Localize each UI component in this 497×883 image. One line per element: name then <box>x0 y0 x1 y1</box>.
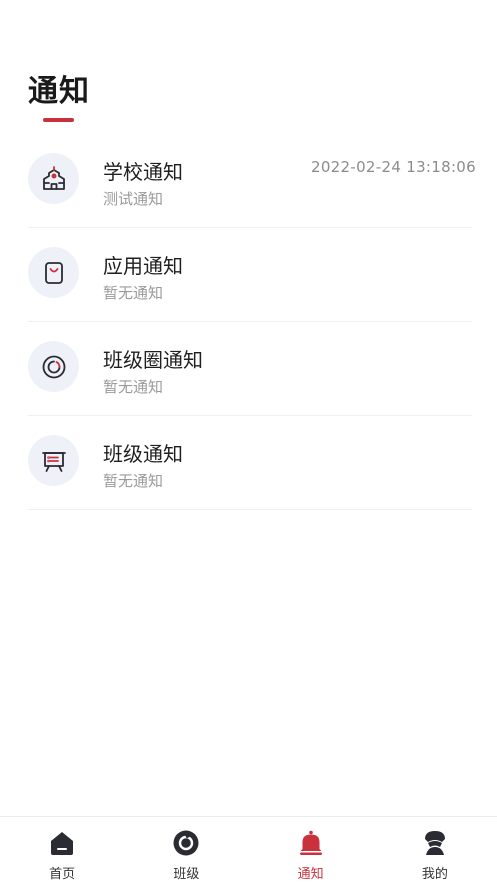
tab-label: 通知 <box>297 867 324 882</box>
tab-home[interactable]: 首页 <box>0 817 124 883</box>
notification-title: 应用通知 <box>103 254 183 278</box>
notification-subtitle: 暂无通知 <box>103 284 164 302</box>
tab-label: 我的 <box>421 867 448 882</box>
notification-title: 班级通知 <box>103 442 183 466</box>
class-icon <box>173 830 199 856</box>
board-icon <box>28 435 79 486</box>
title-underline <box>43 118 74 122</box>
bell-icon <box>299 830 322 855</box>
school-icon <box>28 153 79 204</box>
page-title: 通知 <box>28 74 90 109</box>
home-icon <box>51 832 74 855</box>
notification-time: 2022-02-24 13:18:06 <box>310 158 476 176</box>
notification-title: 班级圈通知 <box>103 348 203 372</box>
tab-label: 班级 <box>173 867 200 882</box>
notification-subtitle: 暂无通知 <box>103 378 164 396</box>
profile-icon <box>424 831 445 855</box>
bottom-tab-bar: 首页 班级 通知 我的 <box>0 816 497 883</box>
notification-item-class-circle[interactable]: 班级圈通知 暂无通知 <box>28 322 472 416</box>
notification-item-class[interactable]: 班级通知 暂无通知 <box>28 416 472 510</box>
circle-icon <box>28 341 79 392</box>
notification-list: 学校通知 测试通知 2022-02-24 13:18:06 应用通知 暂无通知 … <box>0 134 497 510</box>
notification-item-school[interactable]: 学校通知 测试通知 2022-02-24 13:18:06 <box>28 134 476 228</box>
bag-icon <box>28 247 79 298</box>
notification-subtitle: 暂无通知 <box>103 472 164 490</box>
tab-label: 首页 <box>49 867 76 882</box>
notification-title: 学校通知 <box>103 160 183 184</box>
tab-notifications[interactable]: 通知 <box>249 817 373 883</box>
notification-item-app[interactable]: 应用通知 暂无通知 <box>28 228 472 322</box>
tab-class[interactable]: 班级 <box>124 817 248 883</box>
notification-subtitle: 测试通知 <box>103 190 164 208</box>
tab-profile[interactable]: 我的 <box>373 817 497 883</box>
